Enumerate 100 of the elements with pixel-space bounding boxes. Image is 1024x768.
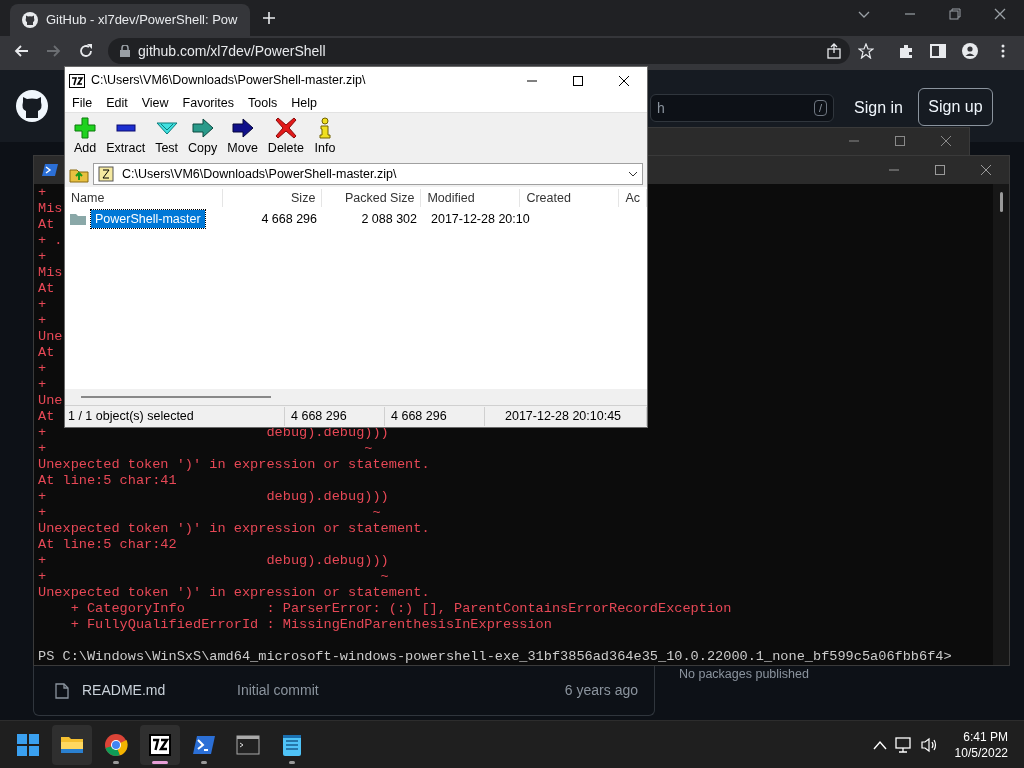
sign-up-button[interactable]: Sign up [918,88,993,126]
search-field[interactable]: h / [650,94,834,122]
puzzle-icon[interactable] [898,43,914,59]
window-title: C:\Users\VM6\Downloads\PowerShell-master.zip\ [91,72,367,90]
console-line: + CategoryInfo : ParserError: (:) [], ParentContainsErrorRecordException [69,601,732,617]
address-bar[interactable]: github.com/xl7dev/PowerShell [108,38,850,64]
console-line: At [38,217,55,233]
console-line: Unexpected token ')' in expression or statement. [38,585,430,601]
scrollbar-thumb[interactable] [81,396,271,398]
status-text: 4 668 296 [385,407,485,426]
browser-tab[interactable]: GitHub - xl7dev/PowerShell: Pow [10,4,250,36]
console-line: + [38,297,47,313]
column-header[interactable]: Created [520,188,620,208]
menu-item[interactable]: Favorites [175,93,241,113]
console-line: Unexpected token ')' in expression or statement. [38,521,430,537]
reload-icon[interactable] [77,42,95,60]
column-header[interactable]: Ac [619,188,647,208]
menu-item[interactable]: Help [284,93,324,113]
console-line: + ~ [38,569,389,585]
menu-item[interactable]: File [65,93,100,113]
status-text: 2017-12-28 20:10:45 [485,407,647,426]
menu-item[interactable]: View [134,93,176,113]
windows-start-icon[interactable] [17,733,39,756]
column-header[interactable]: Packed Size [322,188,422,208]
toolbar-button[interactable]: Copy [183,114,223,160]
console-line: Unexpected token ')' in expression or statement. [38,457,430,473]
url-text: github.com/xl7dev/PowerShell [138,41,326,61]
maximize-icon[interactable] [572,74,584,87]
console-line: Mis [38,201,63,217]
profile-icon[interactable] [962,43,978,59]
powershell-icon [42,163,58,177]
table-cell-text: 4 668 296 [260,210,318,228]
console-line: At [38,281,55,297]
toolbar-button[interactable]: Extract [101,114,151,160]
new-tab-icon[interactable] [262,11,276,25]
tab-title: GitHub - xl7dev/PowerShell: Pow [46,11,238,30]
restore-icon[interactable] [948,7,962,21]
taskbar-app[interactable] [140,724,180,765]
console-line: At [38,345,55,361]
console-line: + ~ [38,441,373,457]
console-line: Mis [38,265,63,281]
shortcut-key: / [813,100,827,116]
console-line: At line:5 char:41 [38,473,177,489]
table-cell-text: 2 088 302 [360,210,418,228]
toolbar-button[interactable]: Test [150,114,184,160]
toolbar-button[interactable]: Move [222,114,263,160]
network-icon[interactable] [894,736,913,753]
console-line: At line:5 char:42 [38,537,177,553]
path-combo[interactable]: C:\Users\VM6\Downloads\PowerShell-master.zip\ [93,163,643,185]
toolbar-button[interactable]: Delete [262,114,309,160]
packages-text: No packages published [679,666,809,683]
browser-icon [104,732,128,757]
toolbar-button[interactable]: Add [69,114,102,160]
commit-age: 6 years ago [564,681,638,700]
column-header[interactable]: Modified [421,188,521,208]
close-icon[interactable] [993,7,1007,21]
commit-message[interactable]: Initial commit [237,680,565,701]
console-line: + ~ [38,505,381,521]
archive-icon [98,166,114,182]
console-line: + debug).debug))) [38,553,389,569]
toolbar-button[interactable]: Info [309,114,341,160]
sign-in-link[interactable]: Sign in [850,94,907,122]
status-text: 1 / 1 object(s) selected [65,407,285,426]
github-logo-icon[interactable] [16,90,48,122]
console-line: + debug).debug))) [38,489,389,505]
console-line: + [38,377,47,393]
status-text: 4 668 296 [285,407,385,426]
menu-item[interactable]: Tools [241,93,285,113]
dropdown-icon [628,171,638,177]
console-line: Une [38,393,63,409]
chevron-up-icon[interactable] [872,739,887,750]
volume-icon[interactable] [920,736,939,753]
share-icon[interactable] [826,43,842,59]
clock-time[interactable]: 6:41 PM [954,728,1008,745]
lock-icon [120,45,130,57]
column-header[interactable]: Name [65,188,224,208]
taskbar-app[interactable] [52,724,92,765]
sidebar-icon[interactable] [930,43,946,59]
notepad-icon [280,732,304,757]
scrollbar-thumb[interactable] [999,192,1003,212]
table-cell-text: 2017-12-28 20:10 [430,210,530,228]
file-link[interactable]: README.md [82,680,237,701]
console-line: + [38,361,47,377]
console-line: At [38,409,55,425]
console-prompt[interactable]: PS C:\Windows\WinSxS\amd64_microsoft-windows-powershell-exe_31bf3856ad364e35_10.0.22000.1_none_bf599c5a06fbb6f4> [38,649,952,665]
close-icon[interactable] [618,74,630,87]
menu-item[interactable]: Edit [99,93,135,113]
column-header[interactable]: Size [223,188,323,208]
github-icon [22,12,38,28]
search-placeholder: h [657,98,665,118]
folder-icon [69,212,87,226]
clock-date[interactable]: 10/5/2022 [954,744,1008,761]
console-line: + [38,185,47,201]
console-line: + . [38,233,63,249]
file-icon [55,682,69,699]
arrow-icon [191,116,214,139]
star-icon[interactable] [858,43,874,59]
console-line: Une [38,329,63,345]
archiver-icon [148,732,172,757]
file-name[interactable]: PowerShell-master [91,209,205,229]
